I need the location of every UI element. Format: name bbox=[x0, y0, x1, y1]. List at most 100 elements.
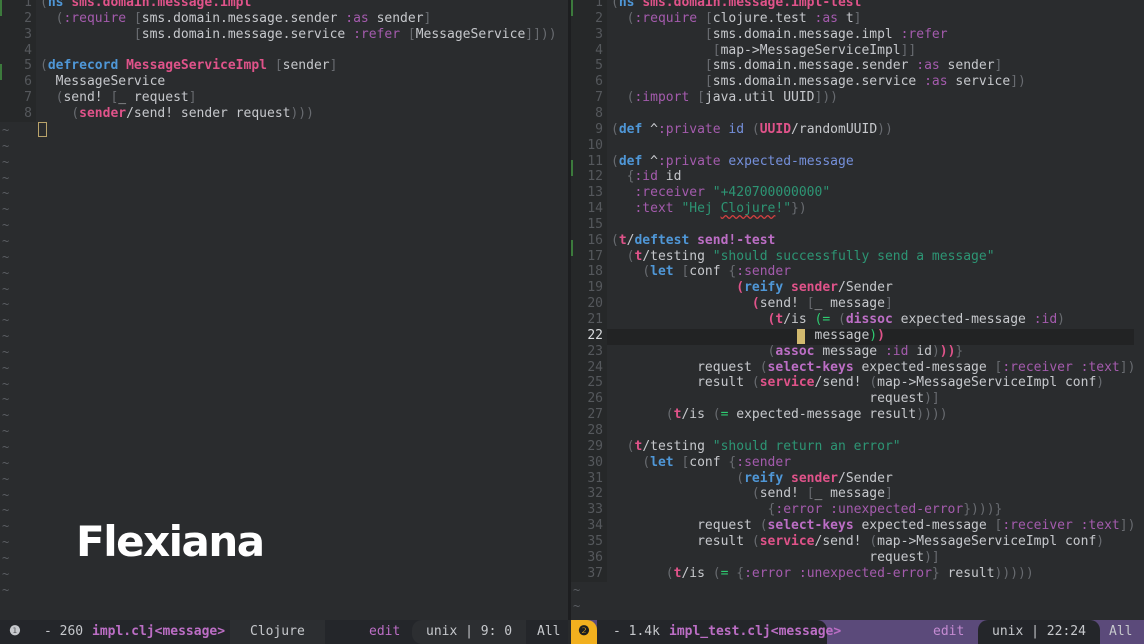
line-code[interactable]: {:id id bbox=[611, 169, 682, 184]
line-code[interactable]: (let [conf {:sender bbox=[611, 264, 791, 279]
code-line[interactable]: 32 (send! [_ message] bbox=[571, 486, 893, 502]
major-mode[interactable]: Clojure bbox=[230, 620, 325, 644]
code-line[interactable]: 9 (def ^:private id (UUID/randomUUID)) bbox=[571, 122, 893, 138]
code-line[interactable]: 10 bbox=[571, 138, 611, 154]
code-line[interactable]: 37 (t/is (= {:error :unexpected-error} r… bbox=[571, 566, 1034, 582]
mode-line-right[interactable]: ❷ - 1.4k impl_test.clj<message> edit uni… bbox=[571, 620, 1144, 644]
line-code[interactable]: [sms.domain.message.impl :refer bbox=[611, 27, 948, 42]
code-line[interactable]: 18 (let [conf {:sender bbox=[571, 264, 791, 280]
line-code[interactable]: (let [conf {:sender bbox=[611, 455, 791, 470]
line-code[interactable]: (assoc message :id id)))} bbox=[611, 344, 964, 359]
line-code[interactable]: [sms.domain.message.service :as service]… bbox=[611, 74, 1026, 89]
line-number: 4 bbox=[24, 42, 32, 58]
line-code[interactable]: (t/is (= {:error :unexpected-error} resu… bbox=[611, 566, 1034, 581]
empty-line-tilde: ~ bbox=[2, 202, 10, 217]
code-line[interactable]: 14 :text "Hej Clojure!"}) bbox=[571, 201, 806, 217]
code-line[interactable]: 12 {:id id bbox=[571, 169, 681, 185]
line-code[interactable]: (send! [_ request] bbox=[40, 90, 197, 105]
code-line[interactable]: 8 (sender/send! sender request))) bbox=[0, 106, 314, 122]
code-line[interactable]: 13 :receiver "+420700000000" bbox=[571, 185, 830, 201]
code-line[interactable]: 20 (send! [_ message] bbox=[571, 296, 893, 312]
line-code[interactable]: [sms.domain.message.service :refer [Mess… bbox=[40, 27, 557, 42]
line-code[interactable]: (send! [_ message] bbox=[611, 486, 893, 501]
line-code[interactable]: (def ^:private expected-message bbox=[611, 154, 854, 169]
line-code[interactable]: (:require [sms.domain.message.sender :as… bbox=[40, 11, 432, 26]
line-code[interactable]: message)) bbox=[611, 328, 884, 343]
line-code[interactable]: (defrecord MessageServiceImpl [sender] bbox=[40, 58, 337, 73]
code-line[interactable]: 3 [sms.domain.message.impl :refer bbox=[571, 26, 948, 43]
code-line[interactable]: 21 (t/is (= (dissoc expected-message :id… bbox=[571, 312, 1065, 328]
code-line[interactable]: 30 (let [conf {:sender bbox=[571, 455, 791, 471]
line-code[interactable]: {:error :unexpected-error})))} bbox=[611, 502, 1003, 517]
code-line[interactable]: 1 (ns sms.domain.message.impl-test bbox=[571, 0, 861, 11]
line-code[interactable]: MessageService bbox=[40, 74, 166, 89]
line-code[interactable]: (:require [clojure.test :as t] bbox=[611, 11, 862, 26]
buffer-name[interactable]: impl_test.clj<message> bbox=[669, 620, 841, 644]
line-code[interactable]: (reify sender/Sender bbox=[611, 280, 893, 295]
line-code[interactable]: (t/is (= (dissoc expected-message :id) bbox=[611, 312, 1065, 327]
code-line[interactable]: 24 request (select-keys expected-message… bbox=[571, 360, 1135, 376]
code-line[interactable]: 5 (defrecord MessageServiceImpl [sender] bbox=[0, 58, 337, 74]
code-line[interactable]: 2 (:require [clojure.test :as t] bbox=[571, 11, 861, 27]
editor-pane-impl-test[interactable]: 1 (ns sms.domain.message.impl-test 2 (:req… bbox=[571, 0, 1144, 620]
code-line[interactable]: 4 bbox=[0, 43, 40, 59]
code-line[interactable]: 27 (t/is (= expected-message result)))) bbox=[571, 407, 948, 423]
code-line[interactable]: 3 [sms.domain.message.service :refer [Me… bbox=[0, 27, 557, 43]
code-line[interactable]: 6 [sms.domain.message.service :as servic… bbox=[571, 74, 1026, 90]
code-line[interactable]: 17 (t/testing "should successfully send … bbox=[571, 249, 995, 265]
line-code[interactable]: [sms.domain.message.sender :as sender] bbox=[611, 58, 1002, 73]
code-line[interactable]: 7 (:import [java.util UUID])) bbox=[571, 90, 838, 106]
code-line[interactable]: 26 request)] bbox=[571, 391, 939, 407]
line-code[interactable]: [map->MessageServiceImpl]] bbox=[611, 43, 917, 58]
code-line[interactable]: 15 bbox=[571, 217, 611, 233]
code-line[interactable]: 33 {:error :unexpected-error})))} bbox=[571, 502, 1002, 518]
code-line[interactable]: 36 request)] bbox=[571, 550, 939, 566]
line-code[interactable]: :text "Hej Clojure!"}) bbox=[611, 201, 806, 216]
code-line[interactable]: 8 bbox=[571, 106, 611, 122]
line-code[interactable]: (reify sender/Sender bbox=[611, 471, 893, 486]
window-number-badge[interactable]: ❷ bbox=[571, 620, 597, 644]
code-line[interactable]: 6 MessageService bbox=[0, 74, 165, 90]
line-code[interactable]: (:import [java.util UUID])) bbox=[611, 90, 838, 105]
code-line[interactable]: 25 result (service/send! (map->MessageSe… bbox=[571, 375, 1104, 391]
code-line[interactable]: 2 (:require [sms.domain.message.sender :… bbox=[0, 11, 431, 27]
line-code[interactable]: result (service/send! (map->MessageServi… bbox=[611, 375, 1104, 390]
code-line[interactable]: 29 (t/testing "should return an error" bbox=[571, 439, 901, 455]
buffer-name[interactable]: impl.clj<message> bbox=[92, 620, 225, 644]
line-code[interactable]: :receiver "+420700000000" bbox=[611, 185, 830, 200]
code-line[interactable]: 23 (assoc message :id id)))} bbox=[571, 344, 963, 360]
line-code[interactable]: (t/testing "should successfully send a m… bbox=[611, 249, 995, 264]
line-number: 27 bbox=[587, 407, 603, 423]
code-line[interactable]: 28 bbox=[571, 423, 611, 439]
line-code[interactable]: (t/deftest send!-test bbox=[611, 233, 775, 248]
editor-pane-impl[interactable]: 1 (ns sms.domain.message.impl 2 (:require … bbox=[0, 0, 568, 620]
line-code[interactable]: request (select-keys expected-message [:… bbox=[611, 360, 1135, 375]
code-line[interactable]: 1 (ns sms.domain.message.impl bbox=[0, 0, 251, 11]
code-line[interactable]: 22 message)) bbox=[571, 328, 885, 344]
code-line[interactable]: 5 [sms.domain.message.sender :as sender] bbox=[571, 58, 1002, 74]
code-line[interactable]: 35 result (service/send! (map->MessageSe… bbox=[571, 534, 1104, 550]
line-code[interactable]: (t/testing "should return an error" bbox=[611, 439, 901, 454]
window-number-badge[interactable]: ❶ bbox=[0, 620, 30, 644]
line-code[interactable]: (send! [_ message] bbox=[611, 296, 893, 311]
line-code[interactable]: (ns sms.domain.message.impl-test bbox=[611, 0, 861, 10]
code-line[interactable]: 7 (send! [_ request] bbox=[0, 90, 197, 106]
code-line[interactable]: 34 request (select-keys expected-message… bbox=[571, 518, 1135, 534]
line-code[interactable]: (t/is (= expected-message result)))) bbox=[611, 407, 948, 422]
line-code[interactable]: (sender/send! sender request))) bbox=[40, 106, 314, 121]
empty-line-tilde: ~ bbox=[2, 138, 10, 153]
line-code[interactable]: request)] bbox=[611, 550, 939, 565]
line-code[interactable]: request (select-keys expected-message [:… bbox=[611, 518, 1135, 533]
mode-line-left[interactable]: ❶ - 260 impl.clj<message> Clojure edit u… bbox=[0, 620, 568, 644]
code-line[interactable]: 19 (reify sender/Sender bbox=[571, 280, 893, 296]
line-code[interactable]: request)] bbox=[611, 391, 939, 406]
line-code[interactable]: (def ^:private id (UUID/randomUUID)) bbox=[611, 122, 893, 137]
line-code[interactable]: result (service/send! (map->MessageServi… bbox=[611, 534, 1104, 549]
code-line[interactable]: 31 (reify sender/Sender bbox=[571, 471, 893, 487]
code-line[interactable]: 16 (t/deftest send!-test bbox=[571, 233, 775, 249]
code-line[interactable]: 11 (def ^:private expected-message bbox=[571, 154, 854, 170]
line-code[interactable]: (ns sms.domain.message.impl bbox=[40, 0, 251, 10]
empty-line-tilde: ~ bbox=[2, 218, 10, 233]
line-number: 3 bbox=[595, 26, 603, 42]
code-line[interactable]: 4 [map->MessageServiceImpl]] bbox=[571, 43, 916, 59]
